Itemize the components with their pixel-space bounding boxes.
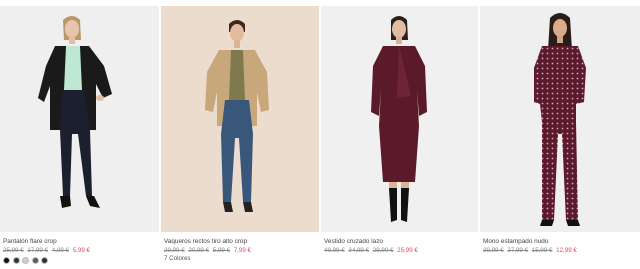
product-name[interactable]: Vestido cruzado lazo (324, 238, 383, 245)
color-swatch[interactable] (12, 257, 20, 264)
old-price: 29,99 € (372, 247, 394, 254)
product-card-mono-estampado[interactable]: Mono estampado nudo 39,99 € 27,99 € 15,9… (480, 0, 640, 269)
color-swatch[interactable] (3, 257, 10, 264)
model-photo (0, 6, 159, 232)
old-price: 34,99 € (348, 247, 370, 254)
product-card-vaqueros-rectos[interactable]: Vaqueros rectos tiro alto crop 29,99 € 2… (161, 0, 319, 269)
product-image[interactable] (161, 6, 319, 232)
old-price: 39,99 € (483, 247, 504, 254)
model-photo (161, 6, 319, 232)
sale-price: 7,99 € (233, 247, 251, 254)
model-photo (321, 6, 478, 232)
product-image[interactable] (0, 6, 159, 232)
old-price: 49,99 € (324, 247, 345, 254)
old-price: 15,99 € (531, 247, 553, 254)
product-name[interactable]: Mono estampado nudo (483, 238, 548, 245)
product-card-vestido-cruzado[interactable]: Vestido cruzado lazo 49,99 € 34,99 € 29,… (321, 0, 478, 269)
sale-price: 5,99 € (72, 247, 90, 254)
old-price: 20,99 € (188, 247, 210, 254)
color-swatch[interactable] (41, 257, 48, 264)
old-price: 27,99 € (507, 247, 529, 254)
color-swatch[interactable] (22, 257, 29, 264)
product-name[interactable]: Pantalón flare crop (3, 238, 57, 245)
product-image[interactable] (480, 6, 640, 232)
price-row: 39,99 € 27,99 € 15,99 € 12,99 € (483, 247, 577, 254)
old-price: 5,99 € (212, 247, 230, 254)
color-swatch[interactable] (31, 257, 39, 264)
product-card-pantalon-flare[interactable]: Pantalón flare crop 25,99 € 17,99 € 4,99… (0, 0, 159, 269)
product-image[interactable] (321, 6, 478, 232)
product-grid: Pantalón flare crop 25,99 € 17,99 € 4,99… (0, 0, 640, 269)
colors-count[interactable]: 7 Colores (164, 255, 190, 262)
sale-price: 25,99 € (397, 247, 418, 254)
product-name[interactable]: Vaqueros rectos tiro alto crop (164, 238, 247, 245)
color-swatches (3, 257, 48, 264)
old-price: 4,99 € (51, 247, 69, 254)
model-photo (480, 6, 640, 232)
old-price: 25,99 € (3, 247, 24, 254)
price-row: 25,99 € 17,99 € 4,99 € 5,99 € (3, 247, 90, 254)
sale-price: 12,99 € (556, 247, 577, 254)
old-price: 29,99 € (164, 247, 185, 254)
price-row: 49,99 € 34,99 € 29,99 € 25,99 € (324, 247, 418, 254)
price-row: 29,99 € 20,99 € 5,99 € 7,99 € (164, 247, 251, 254)
old-price: 17,99 € (27, 247, 49, 254)
